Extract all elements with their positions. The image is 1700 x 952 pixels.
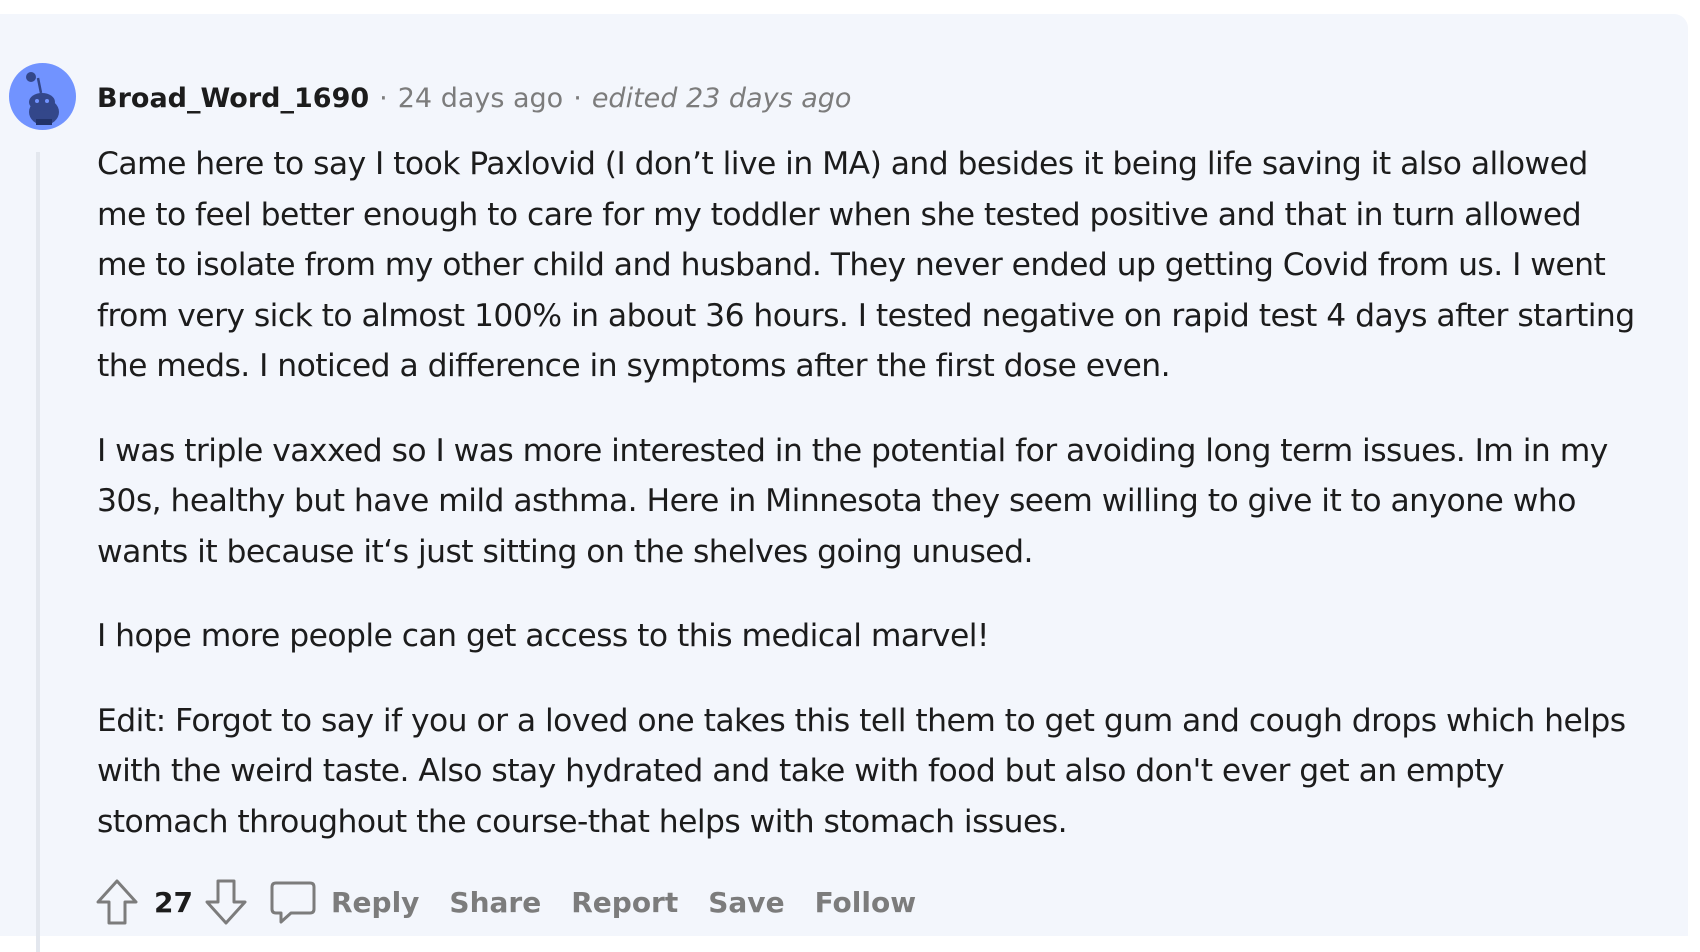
- comment-line: with the weird taste. Also stay hydrated…: [97, 753, 1505, 789]
- comment-line: me to feel better enough to care for my …: [97, 196, 1582, 233]
- save-button[interactable]: Save: [708, 886, 784, 919]
- downvote-button[interactable]: [201, 877, 251, 927]
- comment-line: 30s, healthy but have mild asthma. Here …: [97, 483, 1576, 519]
- arrow-down-icon: [205, 879, 247, 925]
- post-time[interactable]: 24 days ago: [398, 83, 563, 114]
- comment-actions: 27 Reply Share Report Save Follow: [92, 876, 946, 928]
- author-username[interactable]: Broad_Word_1690: [97, 83, 369, 114]
- comment-line: I hope more people can get access to thi…: [97, 618, 989, 654]
- comment-line: me to isolate from my other child and hu…: [97, 247, 1606, 283]
- meta-separator: ·: [379, 82, 388, 114]
- thread-line[interactable]: [36, 152, 40, 952]
- snoo-avatar-icon: [9, 63, 76, 130]
- comment-line: stomach throughout the course-that helps…: [97, 803, 1068, 840]
- reply-button[interactable]: Reply: [269, 878, 419, 926]
- comment-line: Edit: Forgot to say if you or a loved on…: [97, 702, 1626, 739]
- comment-paragraph: I was triple vaxxed so I was more intere…: [97, 426, 1687, 578]
- share-button[interactable]: Share: [449, 886, 541, 919]
- comment-paragraph: I hope more people can get access to thi…: [97, 611, 1687, 662]
- avatar[interactable]: [9, 63, 76, 130]
- comment-line: the meds. I noticed a difference in symp…: [97, 348, 1171, 384]
- comment-meta: Broad_Word_1690 · 24 days ago · edited 2…: [97, 77, 851, 119]
- comment-card: Broad_Word_1690 · 24 days ago · edited 2…: [0, 14, 1688, 952]
- report-button[interactable]: Report: [571, 886, 678, 919]
- comment-line: Came here to say I took Paxlovid (I don’…: [97, 146, 1588, 182]
- comment-body: Came here to say I took Paxlovid (I don’…: [97, 139, 1687, 881]
- vote-score: 27: [154, 885, 193, 919]
- arrow-up-icon: [96, 879, 138, 925]
- speech-bubble-icon: [270, 881, 316, 924]
- follow-button[interactable]: Follow: [815, 886, 917, 919]
- comment-paragraph: Edit: Forgot to say if you or a loved on…: [97, 696, 1687, 848]
- reply-label: Reply: [330, 885, 420, 919]
- meta-separator: ·: [573, 82, 582, 114]
- comment-line: wants it because it‘s just sitting on th…: [97, 533, 1033, 570]
- comment-paragraph: Came here to say I took Paxlovid (I don’…: [97, 139, 1687, 392]
- comment-line: from very sick to almost 100% in about 3…: [97, 297, 1635, 334]
- comment-line: I was triple vaxxed so I was more intere…: [97, 432, 1608, 469]
- edited-time: edited 23 days ago: [591, 82, 852, 114]
- upvote-button[interactable]: [92, 877, 142, 927]
